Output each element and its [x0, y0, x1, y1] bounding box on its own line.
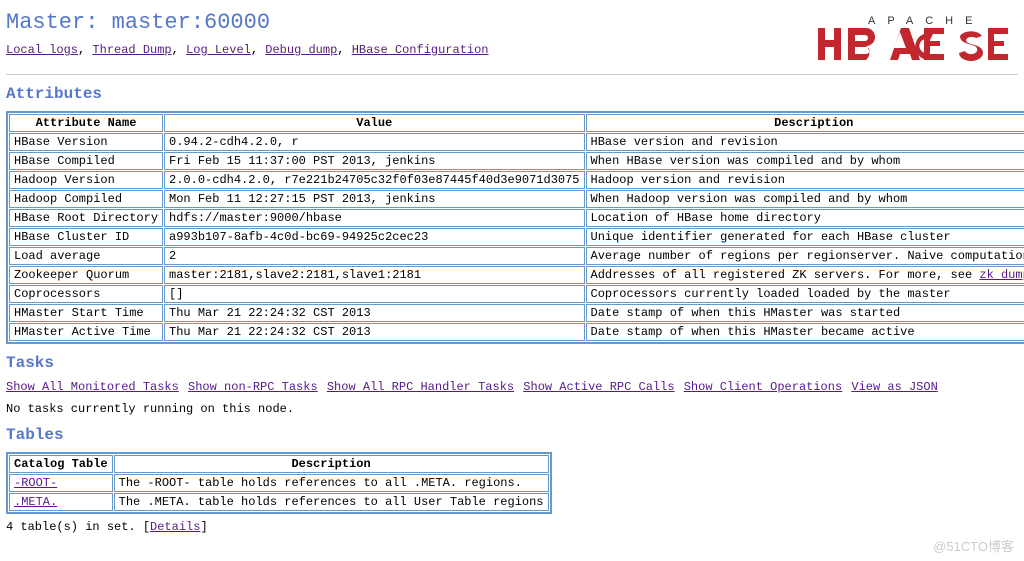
tasks-links: Show All Monitored Tasks Show non-RPC Ta…: [6, 380, 1018, 394]
tables-heading: Tables: [6, 426, 1018, 444]
table-row: HBase Root Directoryhdfs://master:9000/h…: [9, 209, 1024, 227]
nav-local-logs[interactable]: Local logs: [6, 43, 78, 57]
table-header-row: Catalog Table Description: [9, 455, 549, 473]
attr-desc: Coprocessors currently loaded loaded by …: [586, 285, 1024, 303]
hbase-logo: APACHE: [812, 10, 1012, 68]
tables-table: Catalog Table Description -ROOT- The -ROO…: [6, 452, 552, 514]
nav-thread-dump[interactable]: Thread Dump: [92, 43, 171, 57]
attr-value: Fri Feb 15 11:37:00 PST 2013, jenkins: [164, 152, 584, 170]
table-row: HBase Cluster IDa993b107-8afb-4c0d-bc69-…: [9, 228, 1024, 246]
svg-text:APACHE: APACHE: [868, 15, 984, 27]
attr-value: 2: [164, 247, 584, 265]
col-description: Description: [114, 455, 549, 473]
col-catalog-table: Catalog Table: [9, 455, 113, 473]
attr-name: HBase Compiled: [9, 152, 163, 170]
attr-desc: HBase version and revision: [586, 133, 1024, 151]
tables-details-link[interactable]: Details: [150, 520, 200, 534]
attr-name: Zookeeper Quorum: [9, 266, 163, 284]
attr-desc: Average number of regions per regionserv…: [586, 247, 1024, 265]
attributes-table: Attribute Name Value Description HBase V…: [6, 111, 1024, 344]
table-row: Hadoop Version2.0.0-cdh4.2.0, r7e221b247…: [9, 171, 1024, 189]
catalog-table-link[interactable]: -ROOT-: [14, 476, 57, 490]
table-row: HBase Version0.94.2-cdh4.2.0, rHBase ver…: [9, 133, 1024, 151]
table-row: Hadoop CompiledMon Feb 11 12:27:15 PST 2…: [9, 190, 1024, 208]
divider: [6, 74, 1018, 75]
tables-count: 4 table(s) in set. [: [6, 520, 150, 534]
attr-name: HMaster Active Time: [9, 323, 163, 341]
nav-log-level[interactable]: Log Level: [186, 43, 251, 57]
attr-name: Hadoop Version: [9, 171, 163, 189]
catalog-table-link[interactable]: .META.: [14, 495, 57, 509]
watermark: @51CTO博客: [933, 536, 1014, 555]
catalog-table-desc: The -ROOT- table holds references to all…: [114, 474, 549, 492]
attr-name: Load average: [9, 247, 163, 265]
zk-dump-link[interactable]: zk dump: [979, 268, 1024, 282]
attr-value: master:2181,slave2:2181,slave1:2181: [164, 266, 584, 284]
attr-desc: Unique identifier generated for each HBa…: [586, 228, 1024, 246]
table-row: HBase CompiledFri Feb 15 11:37:00 PST 20…: [9, 152, 1024, 170]
table-header-row: Attribute Name Value Description: [9, 114, 1024, 132]
attr-desc: Date stamp of when this HMaster was star…: [586, 304, 1024, 322]
tasks-heading: Tasks: [6, 354, 1018, 372]
catalog-table-desc: The .META. table holds references to all…: [114, 493, 549, 511]
tables-footer: 4 table(s) in set. [Details]: [6, 520, 1018, 534]
page-title: Master: master:60000: [6, 10, 812, 35]
attr-desc: Date stamp of when this HMaster became a…: [586, 323, 1024, 341]
attr-value: Thu Mar 21 22:24:32 CST 2013: [164, 304, 584, 322]
attr-value: 2.0.0-cdh4.2.0, r7e221b24705c32f0f03e874…: [164, 171, 584, 189]
tasks-view-json[interactable]: View as JSON: [851, 380, 937, 394]
catalog-table-name: .META.: [9, 493, 113, 511]
tasks-show-all[interactable]: Show All Monitored Tasks: [6, 380, 179, 394]
attr-name: Hadoop Compiled: [9, 190, 163, 208]
catalog-table-name: -ROOT-: [9, 474, 113, 492]
attr-name: HBase Root Directory: [9, 209, 163, 227]
nav-links: Local logs, Thread Dump, Log Level, Debu…: [6, 43, 812, 57]
attr-desc: When Hadoop version was compiled and by …: [586, 190, 1024, 208]
col-description: Description: [586, 114, 1024, 132]
tasks-empty-message: No tasks currently running on this node.: [6, 402, 1018, 416]
table-row: HMaster Active TimeThu Mar 21 22:24:32 C…: [9, 323, 1024, 341]
tasks-all-rpc[interactable]: Show All RPC Handler Tasks: [327, 380, 514, 394]
tasks-active-rpc[interactable]: Show Active RPC Calls: [523, 380, 674, 394]
col-attr-name: Attribute Name: [9, 114, 163, 132]
table-row: .META. The .META. table holds references …: [9, 493, 549, 511]
nav-debug-dump[interactable]: Debug dump: [265, 43, 337, 57]
attr-name: HBase Cluster ID: [9, 228, 163, 246]
attr-desc: Location of HBase home directory: [586, 209, 1024, 227]
attr-desc: When HBase version was compiled and by w…: [586, 152, 1024, 170]
attr-name: HBase Version: [9, 133, 163, 151]
nav-hbase-config[interactable]: HBase Configuration: [352, 43, 489, 57]
table-row: Coprocessors[]Coprocessors currently loa…: [9, 285, 1024, 303]
attr-value: Thu Mar 21 22:24:32 CST 2013: [164, 323, 584, 341]
attr-name: HMaster Start Time: [9, 304, 163, 322]
attributes-heading: Attributes: [6, 85, 1018, 103]
tasks-non-rpc[interactable]: Show non-RPC Tasks: [188, 380, 318, 394]
tasks-client-ops[interactable]: Show Client Operations: [684, 380, 842, 394]
table-row: Load average2Average number of regions p…: [9, 247, 1024, 265]
table-row: HMaster Start TimeThu Mar 21 22:24:32 CS…: [9, 304, 1024, 322]
attr-value: 0.94.2-cdh4.2.0, r: [164, 133, 584, 151]
table-row: -ROOT- The -ROOT- table holds references …: [9, 474, 549, 492]
table-row: Zookeeper Quorummaster:2181,slave2:2181,…: [9, 266, 1024, 284]
tables-footer-suffix: ]: [200, 520, 207, 534]
attr-value: a993b107-8afb-4c0d-bc69-94925c2cec23: [164, 228, 584, 246]
attr-value: hdfs://master:9000/hbase: [164, 209, 584, 227]
col-value: Value: [164, 114, 584, 132]
attr-desc: Hadoop version and revision: [586, 171, 1024, 189]
attr-value: []: [164, 285, 584, 303]
attr-value: Mon Feb 11 12:27:15 PST 2013, jenkins: [164, 190, 584, 208]
attr-desc: Addresses of all registered ZK servers. …: [586, 266, 1024, 284]
attr-name: Coprocessors: [9, 285, 163, 303]
